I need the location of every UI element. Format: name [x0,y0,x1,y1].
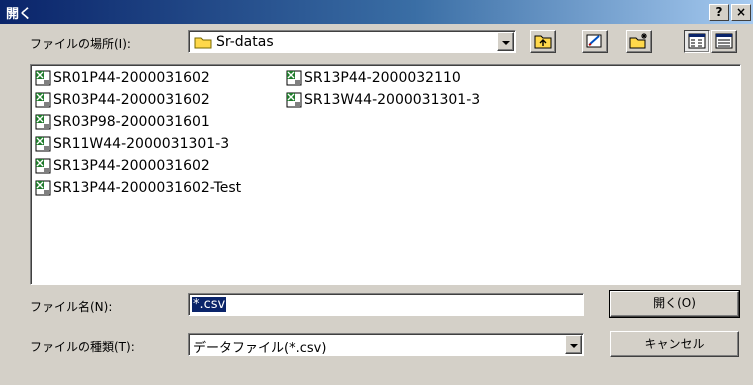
details-view-icon [715,33,733,52]
desktop-button[interactable] [582,30,608,53]
list-item[interactable]: SR11W44-2000031301-3 [35,135,229,153]
list-item[interactable]: SR03P44-2000031602 [35,91,210,109]
open-button-label: 開く(O) [653,296,696,310]
filename-input[interactable]: *.csv [188,293,584,316]
filetype-dropdown-button[interactable] [565,335,582,354]
excel-file-icon [286,92,302,108]
file-name: SR01P44-2000031602 [53,70,210,86]
file-name: SR03P44-2000031602 [53,92,210,108]
file-name: SR13P44-2000031602 [53,158,210,174]
list-view-icon [688,33,706,52]
file-name: SR13P44-2000031602-Test [53,180,242,196]
window-title: 開く [6,7,33,22]
filename-value: *.csv [192,297,227,312]
list-view-button[interactable] [684,30,710,53]
location-dropdown[interactable]: Sr-datas [188,30,516,53]
new-folder-icon [629,33,649,53]
cancel-button[interactable]: キャンセル [610,331,739,357]
location-dropdown-button[interactable] [497,32,514,51]
details-view-button[interactable] [711,30,737,53]
excel-file-icon [286,70,302,86]
file-name: SR11W44-2000031301-3 [53,136,230,152]
excel-file-icon [35,70,51,86]
list-item[interactable]: SR13P44-2000032110 [286,69,461,87]
new-folder-button[interactable] [626,30,652,53]
file-list[interactable]: SR01P44-2000031602 SR03P44-2000031602 SR03… [30,64,741,285]
filetype-label: ファイルの種類(T): [30,340,135,354]
filetype-value: データファイル(*.csv) [193,341,327,356]
file-name: SR03P98-2000031601 [53,114,210,130]
excel-file-icon [35,136,51,152]
location-value: Sr-datas [216,34,274,50]
excel-file-icon [35,158,51,174]
close-button[interactable]: × [731,4,751,21]
filename-label: ファイル名(N): [30,300,113,314]
cancel-button-label: キャンセル [644,337,705,351]
list-item[interactable]: SR01P44-2000031602 [35,69,210,87]
excel-file-icon [35,114,51,130]
up-folder-icon [533,35,553,53]
file-name: SR13P44-2000032110 [304,70,461,86]
file-name: SR13W44-2000031301-3 [304,92,481,108]
desktop-icon [585,34,605,53]
list-item[interactable]: SR13P44-2000031602 [35,157,210,175]
filetype-dropdown[interactable]: データファイル(*.csv) [188,333,584,356]
chevron-down-icon [502,41,510,45]
up-folder-button[interactable] [530,30,556,53]
list-item[interactable]: SR13P44-2000031602-Test [35,179,241,197]
list-item[interactable]: SR03P98-2000031601 [35,113,210,131]
help-button[interactable]: ? [709,4,729,21]
open-button[interactable]: 開く(O) [609,290,740,318]
location-label: ファイルの場所(I): [30,37,131,51]
title-bar: 開く ? × [0,0,753,24]
chevron-down-icon [570,344,578,348]
folder-icon [194,35,212,52]
list-item[interactable]: SR13W44-2000031301-3 [286,91,480,109]
excel-file-icon [35,92,51,108]
excel-file-icon [35,180,51,196]
